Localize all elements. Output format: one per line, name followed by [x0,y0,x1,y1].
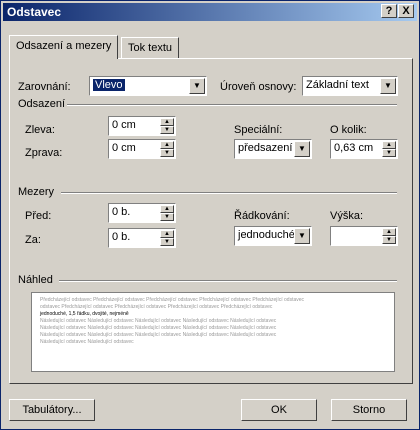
paragraph-dialog: Odstavec ? X Odsazení a mezery Tok textu… [0,0,420,430]
spin-down-icon[interactable]: ▼ [160,213,174,221]
indent-right-value: 0 cm [112,142,136,154]
preview-line: Předcházející odstavec Předcházející ods… [40,297,305,303]
preview-line: Následující odstavec Následující odstave… [40,339,134,345]
spin-up-icon[interactable]: ▲ [382,141,396,149]
spin-up-icon[interactable]: ▲ [160,118,174,126]
space-after-value: 0 b. [112,231,131,243]
indent-left-label: Zleva: [25,124,55,136]
preview-line: odstavec Předcházející odstavec Předcház… [40,304,273,310]
alignment-label: Zarovnání: [18,81,71,93]
by-value: 0,63 cm [334,142,374,154]
line-height-label: Výška: [330,210,364,222]
tab-indents-spacing[interactable]: Odsazení a mezery [9,35,119,59]
by-field[interactable]: 0,63 cm ▲ ▼ [330,139,398,159]
indent-left-spinner[interactable]: ▲ ▼ [160,118,174,134]
chevron-down-icon[interactable]: ▼ [294,228,310,244]
line-height-spinner[interactable]: ▲ ▼ [382,228,396,244]
line-spacing-select[interactable]: jednoduché ▼ [234,226,312,246]
spin-up-icon[interactable]: ▲ [160,205,174,213]
preview-separator [59,280,397,282]
indent-left-field[interactable]: 0 cm ▲ ▼ [108,116,176,136]
line-spacing-label: Řádkování: [234,210,290,222]
special-value: předsazení [238,142,293,154]
preview-line: Následující odstavec Následující odstave… [40,332,277,338]
indent-right-spinner[interactable]: ▲ ▼ [160,141,174,157]
spin-up-icon[interactable]: ▲ [160,141,174,149]
indent-separator [67,104,397,106]
cancel-button[interactable]: Storno [331,399,407,421]
preview-box: Předcházející odstavec Předcházející ods… [31,292,395,372]
spin-down-icon[interactable]: ▼ [382,149,396,157]
tab-text-flow[interactable]: Tok textu [121,37,180,58]
indent-group-title: Odsazení [18,98,66,110]
space-before-field[interactable]: 0 b. ▲ ▼ [108,203,176,223]
spin-down-icon[interactable]: ▼ [160,238,174,246]
alignment-select[interactable]: Vlevo ▼ [89,76,207,96]
space-before-spinner[interactable]: ▲ ▼ [160,205,174,221]
preview-line: Následující odstavec Následující odstave… [40,325,277,331]
chevron-down-icon[interactable]: ▼ [294,141,310,157]
spin-down-icon[interactable]: ▼ [160,126,174,134]
spin-down-icon[interactable]: ▼ [160,149,174,157]
chevron-down-icon[interactable]: ▼ [380,78,396,94]
spacing-separator [61,192,397,194]
space-before-value: 0 b. [112,206,131,218]
ok-button[interactable]: OK [241,399,317,421]
space-after-label: Za: [25,234,41,246]
spacing-group-title: Mezery [18,186,55,198]
tabs-button[interactable]: Tabulátory... [9,399,95,421]
spin-down-icon[interactable]: ▼ [382,236,396,244]
preview-current-line: jednoduché, 1,5 řádku, dvojité, nejméně [40,311,129,317]
title-bar: Odstavec ? X [3,3,417,21]
help-button[interactable]: ? [381,4,397,18]
by-spinner[interactable]: ▲ ▼ [382,141,396,157]
indent-right-label: Zprava: [25,147,63,159]
close-button[interactable]: X [398,4,414,18]
outline-level-select[interactable]: Základní text ▼ [302,76,398,96]
window-title: Odstavec [7,5,62,19]
indent-right-field[interactable]: 0 cm ▲ ▼ [108,139,176,159]
space-after-spinner[interactable]: ▲ ▼ [160,230,174,246]
spin-up-icon[interactable]: ▲ [160,230,174,238]
indent-left-value: 0 cm [112,119,136,131]
outline-level-label: Úroveň osnovy: [220,81,297,93]
line-spacing-value: jednoduché [238,229,295,241]
by-label: O kolik: [330,124,367,136]
space-before-label: Před: [25,210,52,222]
alignment-value: Vlevo [93,79,125,91]
spin-up-icon[interactable]: ▲ [382,228,396,236]
preview-line: Následující odstavec Následující odstave… [40,318,277,324]
special-select[interactable]: předsazení ▼ [234,139,312,159]
preview-title: Náhled [18,274,53,286]
line-height-field[interactable]: ▲ ▼ [330,226,398,246]
outline-level-value: Základní text [306,79,369,91]
space-after-field[interactable]: 0 b. ▲ ▼ [108,228,176,248]
special-label: Speciální: [234,124,283,136]
chevron-down-icon[interactable]: ▼ [189,78,205,94]
